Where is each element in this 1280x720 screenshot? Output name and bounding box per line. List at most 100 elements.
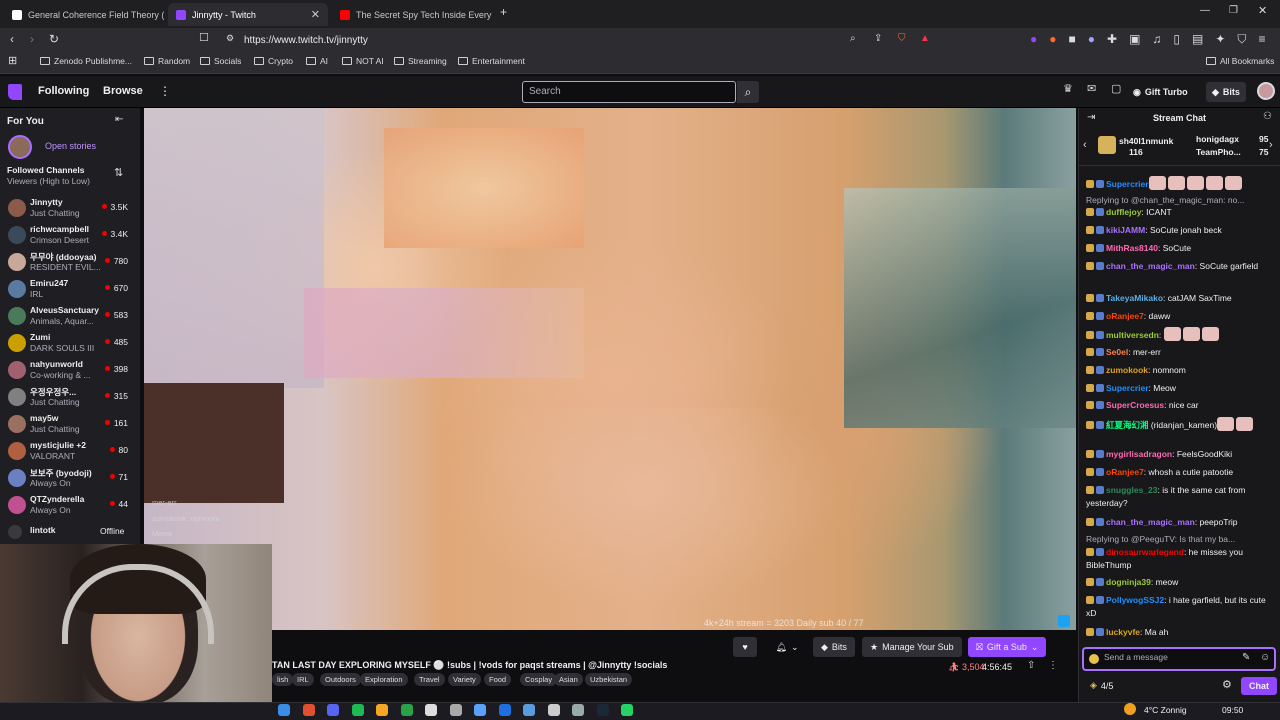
channel-points[interactable]: ◈ 4/5 <box>1090 680 1113 691</box>
inbox-icon[interactable]: ✉ <box>1087 84 1096 95</box>
collapse-sidebar-icon[interactable]: ⇤ <box>115 115 123 125</box>
close-window-icon[interactable]: ✕ <box>1258 6 1267 17</box>
video-player[interactable]: mer-err zumokook: nomnom Meow 4k+24h str… <box>144 108 1076 630</box>
chat-input[interactable]: Send a message ✎ ☺ <box>1082 647 1276 671</box>
chat-username[interactable]: 紅夏海幻湘 <box>1106 420 1149 430</box>
bookmark-folder[interactable]: Socials <box>200 56 241 66</box>
music-icon[interactable]: ♫ <box>1152 33 1161 45</box>
chat-username[interactable]: chan_the_magic_man <box>1106 517 1195 527</box>
sidebar-channel[interactable]: AlveusSanctuary Animals, Aquar... 583 <box>0 303 140 329</box>
chat-username[interactable]: dinosaurwarlegend <box>1106 547 1184 557</box>
bookmark-folder[interactable]: Streaming <box>394 56 447 66</box>
whatsapp-icon[interactable] <box>621 704 633 716</box>
stream-tag[interactable]: Travel <box>414 673 445 686</box>
share-icon[interactable]: ⇧ <box>1027 661 1035 671</box>
bits-button[interactable]: ◆ Bits <box>813 637 855 657</box>
extension-icon[interactable]: ▣ <box>1129 33 1140 45</box>
menu-icon[interactable]: ≡ <box>1258 33 1265 45</box>
stream-tag[interactable]: Variety <box>448 673 481 686</box>
ai-icon[interactable]: ✦ <box>1215 33 1225 45</box>
chat-username[interactable]: multiversedn <box>1106 330 1159 340</box>
app-icon[interactable] <box>523 704 535 716</box>
chat-username[interactable]: oRanjee7 <box>1106 311 1144 321</box>
chat-username[interactable]: TakeyaMikako <box>1106 293 1163 303</box>
stories-avatar[interactable] <box>8 135 32 159</box>
zoom-icon[interactable]: ⌕ <box>850 34 856 44</box>
chevron-left-icon[interactable]: ‹ <box>1083 140 1087 151</box>
share-icon[interactable]: ⇪ <box>874 34 882 44</box>
more-menu-icon[interactable]: ⋮ <box>159 84 171 98</box>
user-avatar[interactable] <box>1257 82 1275 100</box>
bookmark-folder[interactable]: Random <box>144 56 190 66</box>
spotify-icon[interactable] <box>351 704 364 716</box>
bookmark-folder[interactable]: Zenodo Publishme... <box>40 56 132 66</box>
sidebar-channel[interactable]: Jinnytty Just Chatting 3.5K <box>0 195 140 221</box>
stream-tag[interactable]: Cosplay <box>520 673 558 686</box>
sidebar-icon[interactable]: ▯ <box>1173 33 1180 45</box>
back-icon[interactable]: ‹ <box>10 33 14 45</box>
chat-username[interactable]: Supercrier <box>1106 179 1149 189</box>
sidebar-channel[interactable]: may5w Just Chatting 161 <box>0 411 140 437</box>
gift-turbo-button[interactable]: ◉ Gift Turbo <box>1133 82 1188 102</box>
notifications-icon[interactable]: ▢ <box>1111 84 1121 95</box>
extension-icon[interactable]: ● <box>1088 33 1095 45</box>
bookmark-icon[interactable]: ☐ <box>199 33 209 44</box>
stream-tag[interactable]: lish <box>272 673 294 686</box>
collapse-chat-icon[interactable]: ⇥ <box>1087 113 1095 123</box>
stream-tag[interactable]: Asian <box>554 673 583 686</box>
chat-username[interactable]: PollywogSSJ2 <box>1106 595 1164 605</box>
discord-icon[interactable] <box>327 704 339 716</box>
chat-username[interactable]: chan_the_magic_man <box>1106 261 1195 271</box>
chat-username[interactable]: luckyvfe <box>1106 627 1140 637</box>
apps-grid-icon[interactable]: ⊞ <box>8 56 17 67</box>
search-icon[interactable]: ⌕ <box>737 81 759 103</box>
sidebar-channel[interactable]: Emiru247 IRL 670 <box>0 276 140 302</box>
chat-send-button[interactable]: Chat <box>1241 677 1277 695</box>
brave-shield-icon[interactable]: ⛉ <box>898 34 906 44</box>
extension-icon[interactable]: ● <box>1049 33 1056 45</box>
wallet-icon[interactable]: ▤ <box>1192 33 1203 45</box>
vscode-icon[interactable] <box>498 704 511 716</box>
chat-username[interactable]: dogninja39 <box>1106 577 1151 587</box>
get-bits-button[interactable]: ◆ Bits <box>1206 82 1246 102</box>
prime-crown-icon[interactable]: ♛ <box>1063 84 1073 95</box>
extension-icon[interactable]: ● <box>1030 33 1037 45</box>
pin-icon[interactable]: ✎ <box>1242 653 1250 663</box>
terminal-icon[interactable] <box>425 704 437 716</box>
explorer-icon[interactable] <box>278 704 290 716</box>
bookmark-folder[interactable]: NOT AI <box>342 56 384 66</box>
minimize-icon[interactable]: — <box>1200 6 1210 16</box>
chat-username[interactable]: MithRas8140 <box>1106 243 1158 253</box>
chevron-right-icon[interactable]: › <box>1269 140 1273 151</box>
stream-tag[interactable]: Uzbekistan <box>585 673 633 686</box>
app-icon[interactable] <box>547 704 560 716</box>
stream-tag[interactable]: Outdoors <box>320 673 361 686</box>
search-input[interactable]: Search <box>522 81 736 103</box>
sidebar-channel[interactable]: QTZynderella Always On 44 <box>0 492 140 518</box>
chat-username[interactable]: zumokook <box>1106 365 1148 375</box>
extension-icon[interactable]: ■ <box>1069 33 1076 45</box>
bookmark-folder[interactable]: AI <box>306 56 328 66</box>
sidebar-channel[interactable]: richwcampbell Crimson Desert 3.4K <box>0 222 140 248</box>
notifications-button[interactable]: 🔔︎ ⌄ <box>769 637 805 657</box>
bookmark-folder[interactable]: Entertainment <box>458 56 525 66</box>
sidebar-channel[interactable]: Zumi DARK SOULS III 485 <box>0 330 140 356</box>
steam-icon[interactable] <box>596 704 609 716</box>
brave-rewards-icon[interactable]: ▲ <box>920 34 930 44</box>
following-link[interactable]: Following <box>38 85 89 97</box>
sidebar-channel[interactable]: mysticjulie +2 VALORANT 80 <box>0 438 140 464</box>
puzzle-icon[interactable]: ✚ <box>1107 33 1117 45</box>
reload-icon[interactable]: ↻ <box>49 33 59 45</box>
sidebar-channel[interactable]: nahyunworld Co-working & ... 398 <box>0 357 140 383</box>
more-options-icon[interactable]: ⋮ <box>1048 661 1058 671</box>
all-bookmarks-folder[interactable]: All Bookmarks <box>1206 56 1274 66</box>
chat-username[interactable]: mygirlisadragon <box>1106 449 1172 459</box>
url-field[interactable]: ⚙ https://www.twitch.tv/jinnytty ⌕ ⇪ ⛉ ▲ <box>218 30 938 50</box>
chat-username[interactable]: oRanjee7 <box>1106 467 1144 477</box>
brave-icon[interactable] <box>302 704 315 716</box>
chat-username[interactable]: Se0el <box>1106 347 1128 357</box>
chat-username[interactable]: dufflejoy <box>1106 207 1141 217</box>
stream-tag[interactable]: IRL <box>292 673 314 686</box>
browser-tab-3[interactable]: The Secret Spy Tech Inside Every Cre <box>332 3 492 26</box>
github-icon[interactable] <box>449 704 462 716</box>
